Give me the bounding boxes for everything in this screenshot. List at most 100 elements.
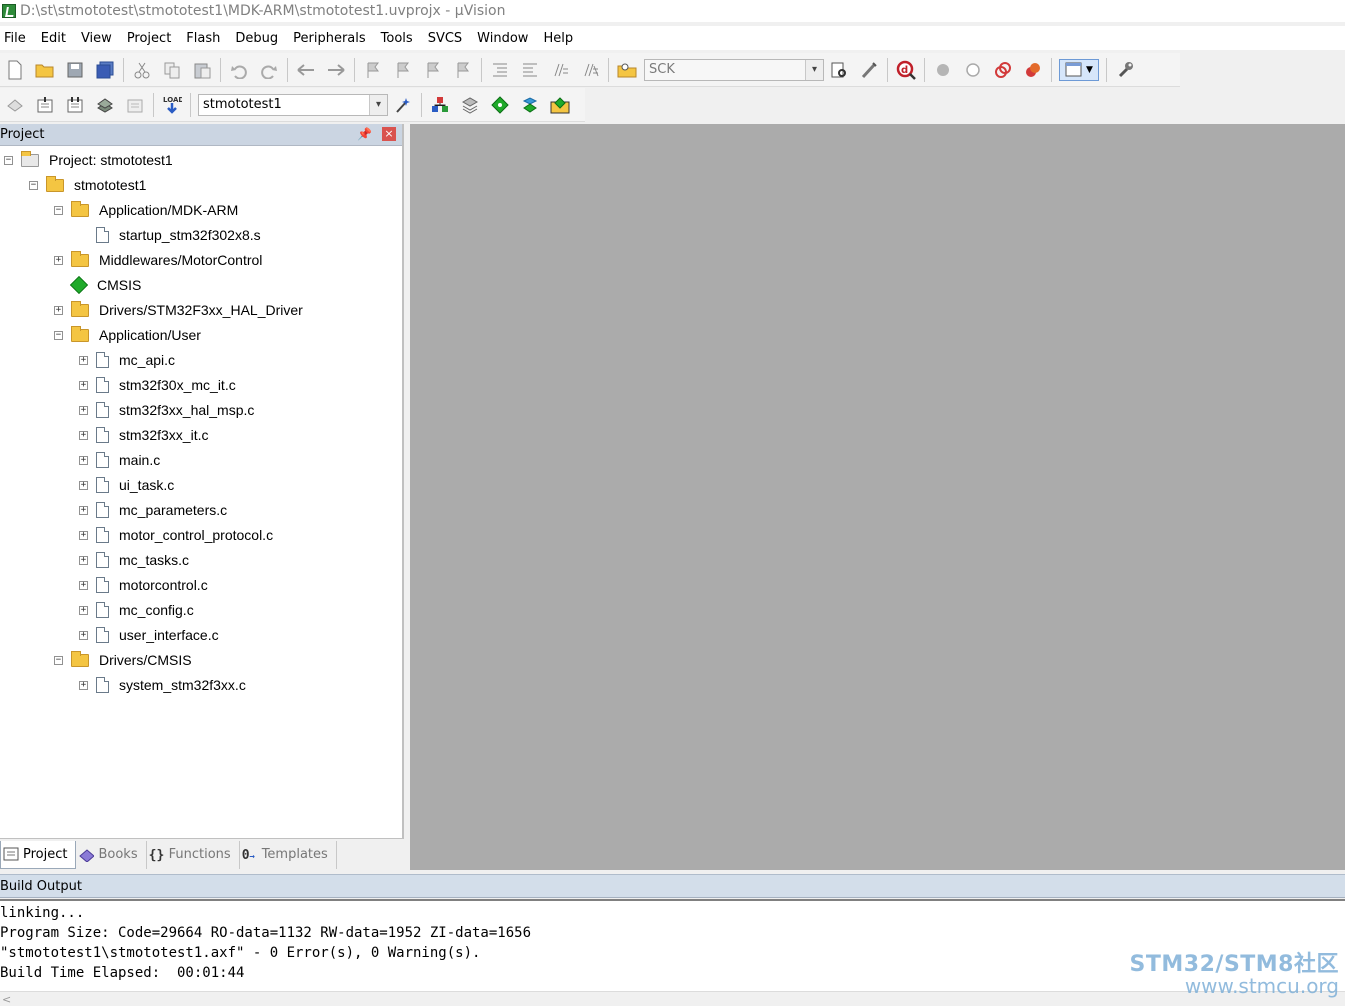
- collapse-icon[interactable]: −: [4, 156, 13, 165]
- menu-svcs[interactable]: SVCS: [424, 31, 471, 46]
- tree-item[interactable]: system_stm32f3xx.c: [96, 674, 246, 696]
- expand-icon[interactable]: +: [54, 256, 63, 265]
- tree-item[interactable]: motorcontrol.c: [96, 574, 208, 596]
- build-button[interactable]: [34, 94, 56, 116]
- menu-help[interactable]: Help: [539, 31, 582, 46]
- chevron-down-icon[interactable]: ▾: [805, 59, 823, 80]
- tree-item[interactable]: stm32f3xx_hal_msp.c: [96, 399, 254, 421]
- menu-edit[interactable]: Edit: [37, 31, 75, 46]
- window-layout-button[interactable]: ▼: [1059, 58, 1099, 81]
- expand-icon[interactable]: +: [79, 631, 88, 640]
- tree-item[interactable]: main.c: [96, 449, 160, 471]
- menu-window[interactable]: Window: [473, 31, 537, 46]
- manage-rte-button[interactable]: [489, 94, 511, 116]
- translate-button[interactable]: [4, 94, 26, 116]
- tree-item[interactable]: Application/User: [71, 324, 201, 346]
- unindent-button[interactable]: [519, 59, 541, 81]
- tree-item[interactable]: startup_stm32f302x8.s: [96, 224, 261, 246]
- expand-icon[interactable]: +: [79, 356, 88, 365]
- tree-item[interactable]: mc_parameters.c: [96, 499, 227, 521]
- tree-item[interactable]: CMSIS: [69, 274, 141, 296]
- tab-functions[interactable]: {} Functions: [147, 840, 240, 869]
- indent-button[interactable]: [489, 59, 511, 81]
- navigate-back-button[interactable]: [295, 59, 317, 81]
- menu-flash[interactable]: Flash: [182, 31, 229, 46]
- pin-icon[interactable]: 📌: [357, 127, 372, 141]
- debug-options-button[interactable]: [858, 59, 880, 81]
- tree-item[interactable]: mc_tasks.c: [96, 549, 189, 571]
- collapse-icon[interactable]: −: [29, 181, 38, 190]
- expand-icon[interactable]: +: [79, 581, 88, 590]
- expand-icon[interactable]: +: [79, 406, 88, 415]
- manage-project-items-button[interactable]: [429, 94, 451, 116]
- tab-books[interactable]: Books: [76, 840, 147, 869]
- collapse-icon[interactable]: −: [54, 656, 63, 665]
- cut-button[interactable]: [131, 59, 153, 81]
- save-button[interactable]: [64, 59, 86, 81]
- editor-area[interactable]: [410, 124, 1345, 870]
- tree-item[interactable]: stm32f30x_mc_it.c: [96, 374, 236, 396]
- uncomment-button[interactable]: [579, 59, 601, 81]
- incremental-find-button[interactable]: [828, 59, 850, 81]
- batch-build-button[interactable]: [94, 94, 116, 116]
- kill-all-breakpoints-button[interactable]: [1022, 59, 1044, 81]
- menu-peripherals[interactable]: Peripherals: [289, 31, 375, 46]
- configure-button[interactable]: [1114, 59, 1136, 81]
- tree-item[interactable]: Middlewares/MotorControl: [71, 249, 262, 271]
- start-debug-button[interactable]: d: [895, 59, 917, 81]
- bookmark-clear-button[interactable]: [452, 59, 474, 81]
- tree-item[interactable]: Application/MDK-ARM: [71, 199, 238, 221]
- tree-item[interactable]: mc_api.c: [96, 349, 175, 371]
- tree-item[interactable]: ui_task.c: [96, 474, 174, 496]
- tab-project[interactable]: Project: [0, 840, 77, 869]
- expand-icon[interactable]: +: [54, 306, 63, 315]
- expand-icon[interactable]: +: [79, 556, 88, 565]
- tree-item[interactable]: Drivers/CMSIS: [71, 649, 192, 671]
- open-file-button[interactable]: [34, 59, 56, 81]
- comment-button[interactable]: [549, 59, 571, 81]
- disable-all-breakpoints-button[interactable]: [992, 59, 1014, 81]
- collapse-icon[interactable]: −: [54, 206, 63, 215]
- menu-tools[interactable]: Tools: [377, 31, 422, 46]
- tree-item[interactable]: Drivers/STM32F3xx_HAL_Driver: [71, 299, 303, 321]
- new-file-button[interactable]: [4, 59, 26, 81]
- bookmark-prev-button[interactable]: [392, 59, 414, 81]
- copy-button[interactable]: [161, 59, 183, 81]
- tree-item[interactable]: stm32f3xx_it.c: [96, 424, 208, 446]
- tree-item[interactable]: mc_config.c: [96, 599, 194, 621]
- chevron-down-icon[interactable]: ▾: [369, 94, 387, 115]
- bookmark-next-button[interactable]: [422, 59, 444, 81]
- undo-button[interactable]: [228, 59, 250, 81]
- tab-templates[interactable]: 0→ Templates: [240, 840, 337, 869]
- enable-breakpoint-button[interactable]: [962, 59, 984, 81]
- expand-icon[interactable]: +: [79, 531, 88, 540]
- menu-view[interactable]: View: [77, 31, 121, 46]
- paste-button[interactable]: [191, 59, 213, 81]
- close-icon[interactable]: ×: [382, 127, 396, 141]
- target-options-button[interactable]: [392, 94, 414, 116]
- expand-icon[interactable]: +: [79, 431, 88, 440]
- pack-installer-button[interactable]: [549, 94, 571, 116]
- chevron-left-icon[interactable]: <: [2, 993, 11, 1006]
- bookmark-toggle-button[interactable]: [362, 59, 384, 81]
- file-extensions-button[interactable]: [459, 94, 481, 116]
- expand-icon[interactable]: +: [79, 606, 88, 615]
- expand-icon[interactable]: +: [79, 681, 88, 690]
- menu-file[interactable]: File: [0, 31, 35, 46]
- tree-item[interactable]: stmototest1: [46, 174, 146, 196]
- insert-breakpoint-button[interactable]: [932, 59, 954, 81]
- tree-item[interactable]: user_interface.c: [96, 624, 219, 646]
- stop-build-button[interactable]: [124, 94, 146, 116]
- tree-item[interactable]: Project: stmototest1: [21, 149, 173, 171]
- navigate-forward-button[interactable]: [325, 59, 347, 81]
- target-select[interactable]: stmototest1 ▾: [198, 93, 388, 116]
- rebuild-button[interactable]: [64, 94, 86, 116]
- redo-button[interactable]: [258, 59, 280, 81]
- find-combo[interactable]: SCK ▾: [644, 58, 824, 81]
- expand-icon[interactable]: +: [79, 456, 88, 465]
- select-software-packs-button[interactable]: [519, 94, 541, 116]
- save-all-button[interactable]: [94, 59, 116, 81]
- expand-icon[interactable]: +: [79, 381, 88, 390]
- expand-icon[interactable]: +: [79, 506, 88, 515]
- collapse-icon[interactable]: −: [54, 331, 63, 340]
